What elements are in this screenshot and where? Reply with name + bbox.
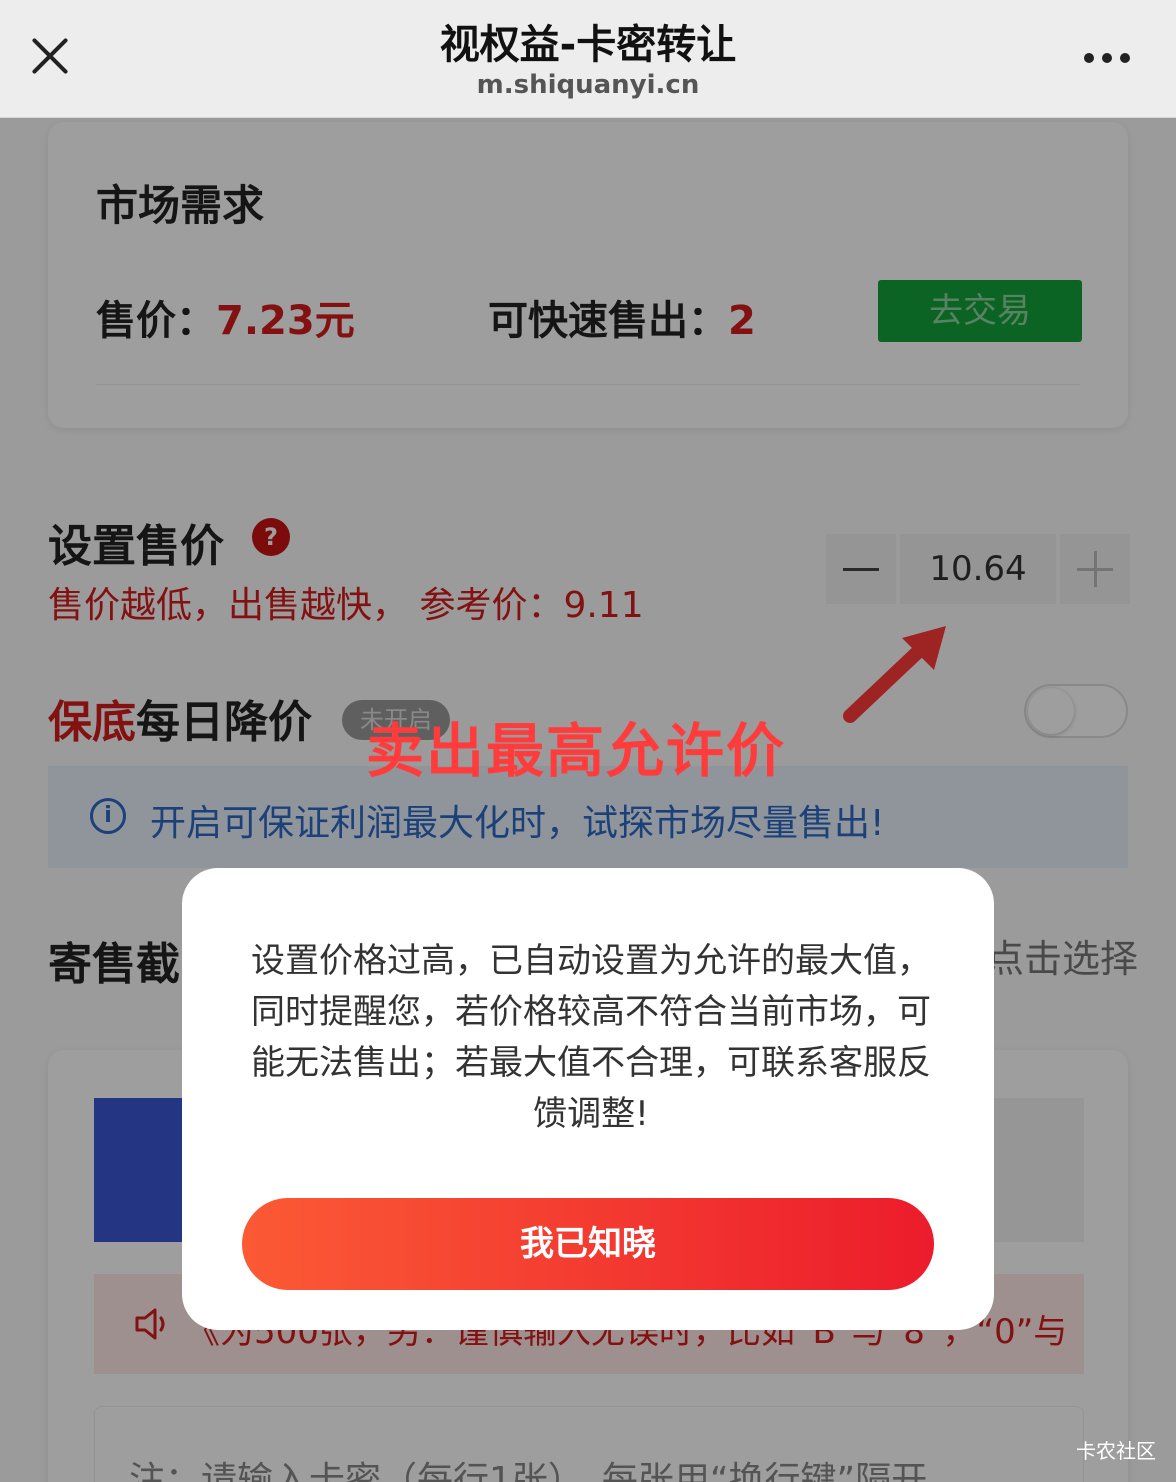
more-menu-icon[interactable] (1084, 48, 1130, 68)
annotation-text: 卖出最高允许价 (366, 717, 787, 785)
price-dialog: 设置价格过高，已自动设置为允许的最大值，同时提醒您，若价格较高不符合当前市场，可… (182, 868, 994, 1330)
top-bar: 视权益-卡密转让 m.shiquanyi.cn (0, 0, 1176, 118)
watermark: 卡农社区 (1076, 1439, 1156, 1463)
page-url: m.shiquanyi.cn (476, 70, 700, 100)
page-title: 视权益-卡密转让 (439, 22, 737, 68)
dialog-message: 设置价格过高，已自动设置为允许的最大值，同时提醒您，若价格较高不符合当前市场，可… (251, 941, 931, 1134)
acknowledge-button[interactable]: 我已知晓 (242, 1198, 934, 1290)
